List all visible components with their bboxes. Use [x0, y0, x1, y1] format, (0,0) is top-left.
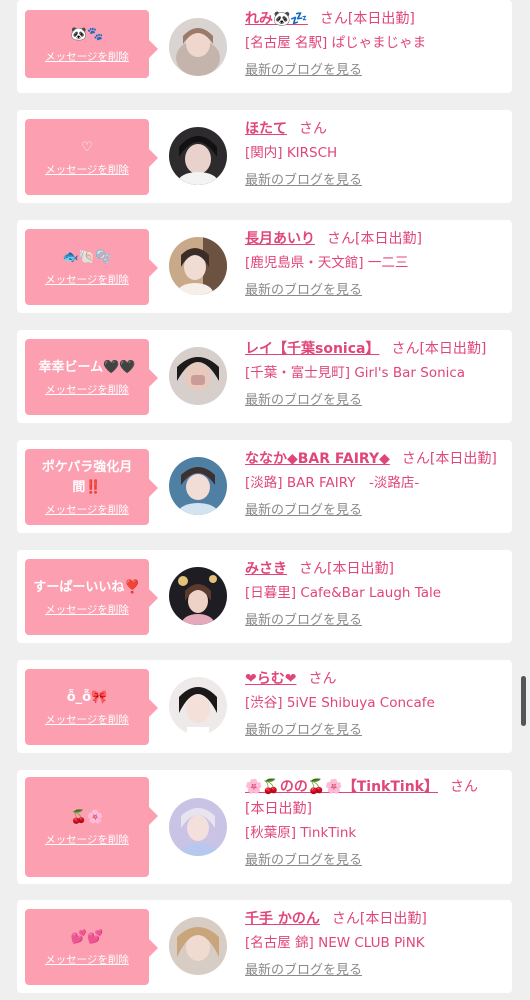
status-badge: [本日出勤] — [347, 11, 415, 27]
latest-blog-link[interactable]: 最新のブログを見る — [245, 280, 362, 302]
message-text: 🍒🌸 — [70, 809, 104, 825]
message-bubble: 🐟🐚🫧 メッセージを削除 — [25, 229, 158, 305]
girl-name-link[interactable]: 🌸🍒のの🍒🌸【TinkTink】 — [245, 779, 438, 795]
message-bubble: 🍒🌸 メッセージを削除 — [25, 777, 158, 877]
latest-blog-link[interactable]: 最新のブログを見る — [245, 390, 362, 412]
message-text: 💕💕 — [70, 929, 104, 945]
latest-blog-link[interactable]: 最新のブログを見る — [245, 610, 362, 632]
delete-message-link[interactable]: メッセージを削除 — [45, 502, 129, 517]
avatar[interactable] — [169, 127, 227, 185]
message-text: 🐼🐾 — [70, 26, 104, 42]
message-bubble: すーぱーいいね❣️ メッセージを削除 — [25, 559, 158, 635]
san-label: さん — [299, 561, 327, 577]
girl-name-link[interactable]: 千手 かのん — [245, 911, 320, 927]
message-card: ポケパラ強化月間‼️ メッセージを削除 ななか◆BAR FAIRY◆ さん[本日出… — [17, 440, 512, 533]
message-text: ỗ_ỗ🎀 — [66, 689, 108, 705]
shop-info: [秋葉原] TinkTink — [245, 825, 357, 841]
delete-message-link[interactable]: メッセージを削除 — [45, 602, 129, 617]
shop-info: [千葉・富士見町] Girl's Bar Sonica — [245, 365, 466, 381]
avatar[interactable] — [169, 237, 227, 295]
message-bubble: 幸幸ビーム🖤🖤 メッセージを削除 — [25, 339, 158, 415]
avatar[interactable] — [169, 18, 227, 76]
message-card: 🐟🐚🫧 メッセージを削除 長月あいり さん[本日出勤] [鹿児島県・天文館] 一二… — [17, 220, 512, 313]
status-badge: [本日出勤] — [355, 231, 422, 247]
san-label: さん — [308, 671, 337, 687]
message-card: 🐼🐾 メッセージを削除 れみ🐼💤 さん[本日出勤] [名古屋 名駅] ぱじゃまじゃ… — [17, 0, 512, 93]
message-text: 幸幸ビーム🖤🖤 — [38, 359, 136, 375]
avatar[interactable] — [169, 457, 227, 515]
status-badge: [本日出勤] — [327, 561, 394, 577]
san-label: さん — [299, 121, 327, 137]
status-badge: [本日出勤] — [359, 911, 427, 927]
status-badge: [本日出勤] — [245, 801, 312, 817]
san-label: さん — [401, 451, 430, 467]
latest-blog-link[interactable]: 最新のブログを見る — [245, 500, 362, 522]
girl-name-link[interactable]: レイ【千葉sonica】 — [245, 341, 379, 357]
message-bubble: ポケパラ強化月間‼️ メッセージを削除 — [25, 449, 158, 525]
scrollbar[interactable] — [521, 676, 526, 726]
girl-name-link[interactable]: みさき — [245, 561, 287, 577]
san-label: さん — [327, 231, 355, 247]
shop-info: [関内] KIRSCH — [245, 145, 338, 161]
shop-info: [名古屋 錦] NEW CLUB PiNK — [245, 935, 425, 951]
message-text: ポケパラ強化月間‼️ — [41, 459, 133, 495]
latest-blog-link[interactable]: 最新のブログを見る — [245, 720, 362, 742]
message-text: すーぱーいいね❣️ — [33, 579, 141, 595]
latest-blog-link[interactable]: 最新のブログを見る — [245, 170, 362, 192]
message-card: すーぱーいいね❣️ メッセージを削除 みさき さん[本日出勤] [日暮里] Caf… — [17, 550, 512, 643]
san-label: さん — [391, 341, 420, 357]
avatar[interactable] — [169, 798, 227, 856]
message-card: ♡ メッセージを削除 ほたて さん [関内] KIRSCH 最新のブログを見る — [17, 110, 512, 203]
girl-name-link[interactable]: れみ🐼💤 — [245, 11, 308, 27]
delete-message-link[interactable]: メッセージを削除 — [45, 49, 129, 64]
message-card: 幸幸ビーム🖤🖤 メッセージを削除 レイ【千葉sonica】 さん[本日出勤] [千… — [17, 330, 512, 423]
message-bubble: 🐼🐾 メッセージを削除 — [25, 10, 158, 78]
delete-message-link[interactable]: メッセージを削除 — [45, 382, 129, 397]
message-bubble: ♡ メッセージを削除 — [25, 119, 158, 195]
delete-message-link[interactable]: メッセージを削除 — [45, 832, 129, 847]
delete-message-link[interactable]: メッセージを削除 — [45, 952, 129, 967]
status-badge: [本日出勤] — [419, 341, 487, 357]
shop-info: [渋谷] 5iVE Shibuya Concafe — [245, 695, 435, 711]
message-card: 🍒🌸 メッセージを削除 🌸🍒のの🍒🌸【TinkTink】 さん [本日出勤] [秋葉… — [17, 770, 512, 884]
san-label: さん — [449, 779, 478, 795]
avatar[interactable] — [169, 567, 227, 625]
message-text: ♡ — [81, 139, 93, 155]
status-badge: [本日出勤] — [429, 451, 497, 467]
message-bubble: ỗ_ỗ🎀 メッセージを削除 — [25, 669, 158, 745]
avatar[interactable] — [169, 917, 227, 975]
san-label: さん — [319, 11, 348, 27]
girl-name-link[interactable]: ほたて — [245, 121, 287, 137]
avatar[interactable] — [169, 347, 227, 405]
shop-info: [名古屋 名駅] ぱじゃまじゃま — [245, 35, 427, 51]
message-text: 🐟🐚🫧 — [62, 249, 112, 265]
delete-message-link[interactable]: メッセージを削除 — [45, 712, 129, 727]
shop-info: [鹿児島県・天文館] 一二三 — [245, 255, 409, 271]
avatar[interactable] — [169, 677, 227, 735]
message-card: 💕💕 メッセージを削除 千手 かのん さん[本日出勤] [名古屋 錦] NEW C… — [17, 900, 512, 993]
san-label: さん — [331, 911, 360, 927]
message-card: ỗ_ỗ🎀 メッセージを削除 ❤らむ❤ さん [渋谷] 5iVE Shibuya C… — [17, 660, 512, 753]
latest-blog-link[interactable]: 最新のブログを見る — [245, 60, 362, 82]
delete-message-link[interactable]: メッセージを削除 — [45, 272, 129, 287]
latest-blog-link[interactable]: 最新のブログを見る — [245, 960, 362, 982]
message-bubble: 💕💕 メッセージを削除 — [25, 909, 158, 985]
shop-info: [淡路] BAR FAIRY -淡路店- — [245, 475, 420, 491]
girl-name-link[interactable]: ななか◆BAR FAIRY◆ — [245, 451, 390, 467]
girl-name-link[interactable]: 長月あいり — [245, 231, 315, 247]
latest-blog-link[interactable]: 最新のブログを見る — [245, 850, 362, 872]
delete-message-link[interactable]: メッセージを削除 — [45, 162, 129, 177]
girl-name-link[interactable]: ❤らむ❤ — [245, 671, 296, 687]
shop-info: [日暮里] Cafe&Bar Laugh Tale — [245, 585, 442, 601]
